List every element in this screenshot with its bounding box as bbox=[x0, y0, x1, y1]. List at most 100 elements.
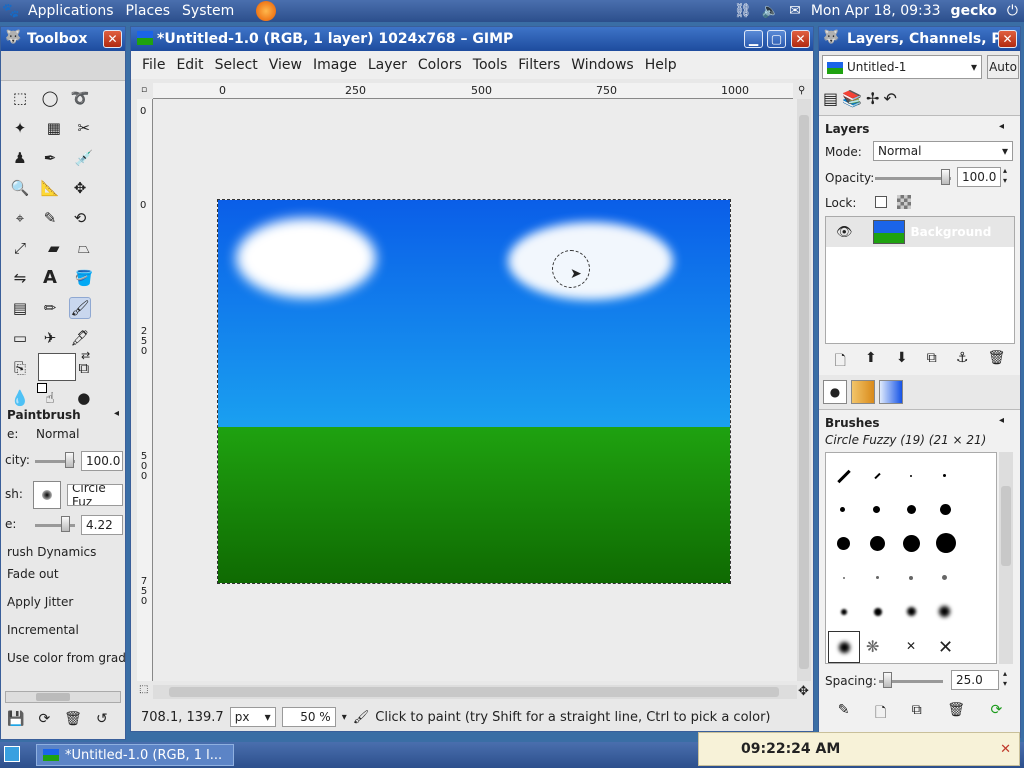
close-button[interactable]: ✕ bbox=[791, 30, 810, 48]
gnome-foot-icon[interactable]: 🐾 bbox=[0, 3, 22, 19]
color-select-icon[interactable]: ▦ bbox=[43, 117, 65, 139]
new-brush-icon[interactable]: 🗋 bbox=[875, 702, 886, 726]
mode-value[interactable]: Normal bbox=[36, 427, 79, 441]
lower-layer-icon[interactable]: ⬇ bbox=[896, 350, 908, 374]
applications-menu[interactable]: Applications bbox=[22, 3, 120, 19]
brush-item[interactable] bbox=[843, 577, 845, 579]
flip-icon[interactable]: ⇋ bbox=[9, 267, 31, 289]
foreground-color-swatch[interactable] bbox=[38, 353, 76, 381]
canvas-area[interactable]: ➤ bbox=[153, 99, 797, 681]
mail-icon[interactable]: ✉ bbox=[789, 3, 801, 19]
vertical-scrollbar[interactable] bbox=[797, 99, 811, 681]
tab-paths-icon[interactable]: ✢ bbox=[866, 89, 879, 108]
menu-layer[interactable]: Layer bbox=[368, 57, 407, 73]
toolbox-scroll-thumb[interactable] bbox=[36, 693, 70, 701]
menu-windows[interactable]: Windows bbox=[571, 57, 634, 73]
duplicate-layer-icon[interactable]: ⧉ bbox=[927, 350, 937, 374]
shear-icon[interactable]: ▰ bbox=[43, 237, 65, 259]
layer-opacity-slider[interactable] bbox=[875, 177, 951, 180]
incremental-option[interactable]: Incremental bbox=[1, 619, 125, 647]
spin-arrows-icon[interactable]: ▴ ▾ bbox=[1003, 166, 1007, 186]
text-tool-icon[interactable]: A bbox=[39, 267, 61, 289]
brush-item[interactable] bbox=[873, 506, 880, 513]
vertical-scroll-thumb[interactable] bbox=[799, 115, 809, 669]
auto-button[interactable]: Auto bbox=[987, 55, 1019, 79]
scale-icon[interactable]: ⤢ bbox=[9, 237, 31, 259]
rect-select-icon[interactable]: ⬚ bbox=[9, 87, 31, 109]
reset-options-icon[interactable]: ↺ bbox=[96, 711, 108, 727]
horizontal-ruler[interactable]: 0 250 500 750 1000 bbox=[153, 83, 793, 99]
zoom-input[interactable]: 50 % bbox=[281, 707, 336, 727]
tab-channels-icon[interactable]: 📚 bbox=[842, 89, 862, 108]
brush-item[interactable] bbox=[903, 535, 920, 552]
scale-slider-knob[interactable] bbox=[61, 516, 70, 532]
maximize-button[interactable]: ▢ bbox=[767, 30, 786, 48]
brush-item-selected[interactable] bbox=[828, 631, 860, 663]
align-icon[interactable]: ⌖ bbox=[9, 207, 31, 229]
brush-item[interactable] bbox=[870, 536, 885, 551]
fuzzy-select-icon[interactable]: ✦ bbox=[9, 117, 31, 139]
crop-icon[interactable]: ✎ bbox=[39, 207, 61, 229]
brush-dynamics-expander[interactable]: rush Dynamics bbox=[1, 541, 125, 563]
airbrush-icon[interactable]: ✈ bbox=[39, 327, 61, 349]
brush-scrollbar[interactable] bbox=[999, 452, 1013, 664]
lock-alpha-checkbox[interactable] bbox=[875, 196, 887, 208]
paintbrush-icon[interactable]: 🖌 bbox=[69, 297, 91, 319]
fade-out-option[interactable]: Fade out bbox=[1, 563, 125, 591]
layer-mode-select[interactable]: Normal ▾ bbox=[873, 141, 1013, 161]
delete-options-icon[interactable]: 🗑 bbox=[64, 711, 82, 727]
brush-item[interactable]: ✕ bbox=[938, 637, 953, 658]
brush-item[interactable] bbox=[837, 469, 851, 484]
show-desktop-icon[interactable] bbox=[4, 746, 20, 762]
new-layer-icon[interactable]: 🗋 bbox=[835, 350, 846, 374]
layer-thumbnail[interactable] bbox=[872, 220, 905, 244]
apply-jitter-option[interactable]: Apply Jitter bbox=[1, 591, 125, 619]
measure-icon[interactable]: 📐 bbox=[39, 177, 61, 199]
tab-layers-icon[interactable]: ▤ bbox=[823, 89, 838, 108]
navigate-icon[interactable]: ✥ bbox=[798, 684, 809, 699]
ellipse-select-icon[interactable]: ◯ bbox=[39, 87, 61, 109]
zoom-on-resize-icon[interactable]: ⚲ bbox=[798, 85, 805, 96]
spacing-knob[interactable] bbox=[883, 672, 892, 688]
brush-item[interactable] bbox=[874, 608, 882, 616]
bucket-fill-icon[interactable]: 🪣 bbox=[73, 267, 95, 289]
menu-tools[interactable]: Tools bbox=[473, 57, 508, 73]
brush-item[interactable] bbox=[910, 475, 912, 477]
brush-item[interactable] bbox=[876, 576, 879, 579]
brush-item[interactable]: ✕ bbox=[906, 639, 916, 653]
vertical-ruler[interactable]: 0 0 250 500 750 bbox=[137, 99, 153, 681]
image-canvas[interactable]: ➤ bbox=[217, 199, 731, 584]
tab-patterns-icon[interactable] bbox=[851, 380, 875, 404]
horizontal-scroll-thumb[interactable] bbox=[169, 687, 779, 697]
taskbar-button-gimp[interactable]: *Untitled-1.0 (RGB, 1 l... bbox=[36, 744, 234, 766]
brush-item[interactable] bbox=[907, 505, 916, 514]
volume-icon[interactable]: 🔈 bbox=[762, 3, 779, 19]
blend-icon[interactable]: ▤ bbox=[9, 297, 31, 319]
brush-item[interactable] bbox=[942, 575, 947, 580]
anchor-layer-icon[interactable]: ⚓ bbox=[956, 350, 969, 374]
brush-grid[interactable]: ❋ ✕ ✕ bbox=[825, 452, 997, 664]
brush-item[interactable] bbox=[837, 537, 850, 550]
brush-item[interactable] bbox=[840, 507, 845, 512]
eraser-icon[interactable]: ▭ bbox=[9, 327, 31, 349]
brush-item[interactable] bbox=[907, 607, 916, 616]
layer-row[interactable]: 👁 Background bbox=[826, 217, 1014, 247]
system-menu[interactable]: System bbox=[176, 3, 240, 19]
brush-item[interactable] bbox=[874, 472, 881, 480]
edit-brush-icon[interactable]: ✎ bbox=[838, 702, 850, 726]
save-options-icon[interactable]: 💾 bbox=[7, 711, 24, 727]
opacity-slider-knob[interactable] bbox=[65, 452, 74, 468]
menu-file[interactable]: File bbox=[142, 57, 165, 73]
brush-input[interactable]: Circle Fuz bbox=[67, 484, 123, 506]
toolbox-scrollbar[interactable] bbox=[5, 691, 121, 703]
zoom-dropdown-icon[interactable]: ▾ bbox=[342, 712, 347, 723]
tab-gradients-icon[interactable] bbox=[879, 380, 903, 404]
move-icon[interactable]: ✥ bbox=[69, 177, 91, 199]
network-icon[interactable]: ⛓ bbox=[734, 3, 752, 19]
wilber-drop-area[interactable] bbox=[1, 51, 125, 81]
use-gradient-option[interactable]: Use color from gradi bbox=[1, 647, 125, 675]
scissors-icon[interactable]: ✂ bbox=[73, 117, 95, 139]
perspective-icon[interactable]: ⏢ bbox=[73, 237, 95, 259]
default-colors-icon[interactable] bbox=[37, 383, 47, 393]
tab-brushes-icon[interactable]: ● bbox=[823, 380, 847, 404]
